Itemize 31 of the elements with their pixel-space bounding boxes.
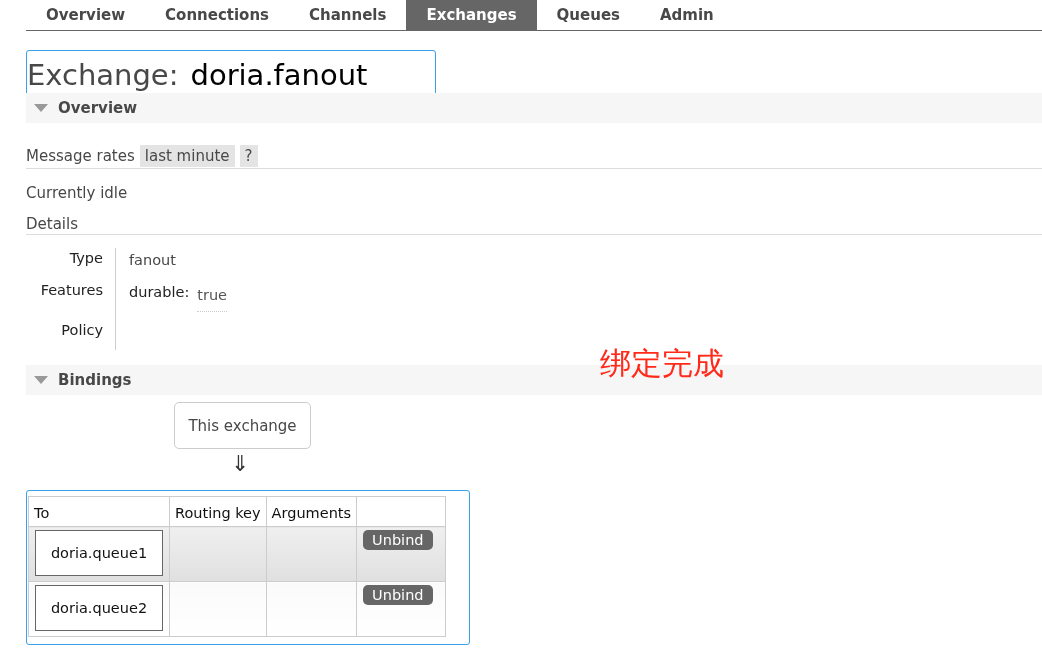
detail-label: Type [26,248,116,280]
nav-tab[interactable]: Overview [26,0,146,30]
message-rates-label: Message rates [26,147,135,165]
column-header: To [28,496,170,527]
arrow-glyph: ⇓ [231,450,251,478]
status-text: Currently idle [26,183,129,204]
page-title-label: Exchange: [27,57,179,92]
feature-value: true [197,284,228,312]
queue-link[interactable]: doria.queue2 [35,585,163,631]
nav-tab[interactable]: Channels [289,0,407,30]
nav-tab[interactable]: Exchanges [406,0,537,30]
nav-tab[interactable]: Queues [536,0,640,30]
detail-label: Policy [26,312,116,350]
unbind-button[interactable]: Unbind [363,530,433,550]
details-heading: Details [26,215,78,233]
rate-period-selector[interactable]: last minute [139,145,235,167]
column-header: Routing key [169,496,267,527]
queue-link[interactable]: doria.queue1 [35,530,163,576]
section-header[interactable]: Overview [26,93,1042,123]
nav-tab[interactable]: Connections [145,0,290,30]
exchange-name: doria.fanout [190,57,368,92]
help-link[interactable]: ? [239,145,258,167]
detail-label: Features [26,280,116,312]
unbind-button[interactable]: Unbind [363,585,433,605]
section-title: Bindings [58,371,132,389]
nav-tab[interactable]: Admin [640,0,734,30]
detail-value: fanout [129,252,176,270]
feature-key: durable: [129,284,190,312]
exchange-node: This exchange [174,402,311,449]
column-header: Arguments [266,496,357,527]
section-title: Overview [58,99,138,117]
